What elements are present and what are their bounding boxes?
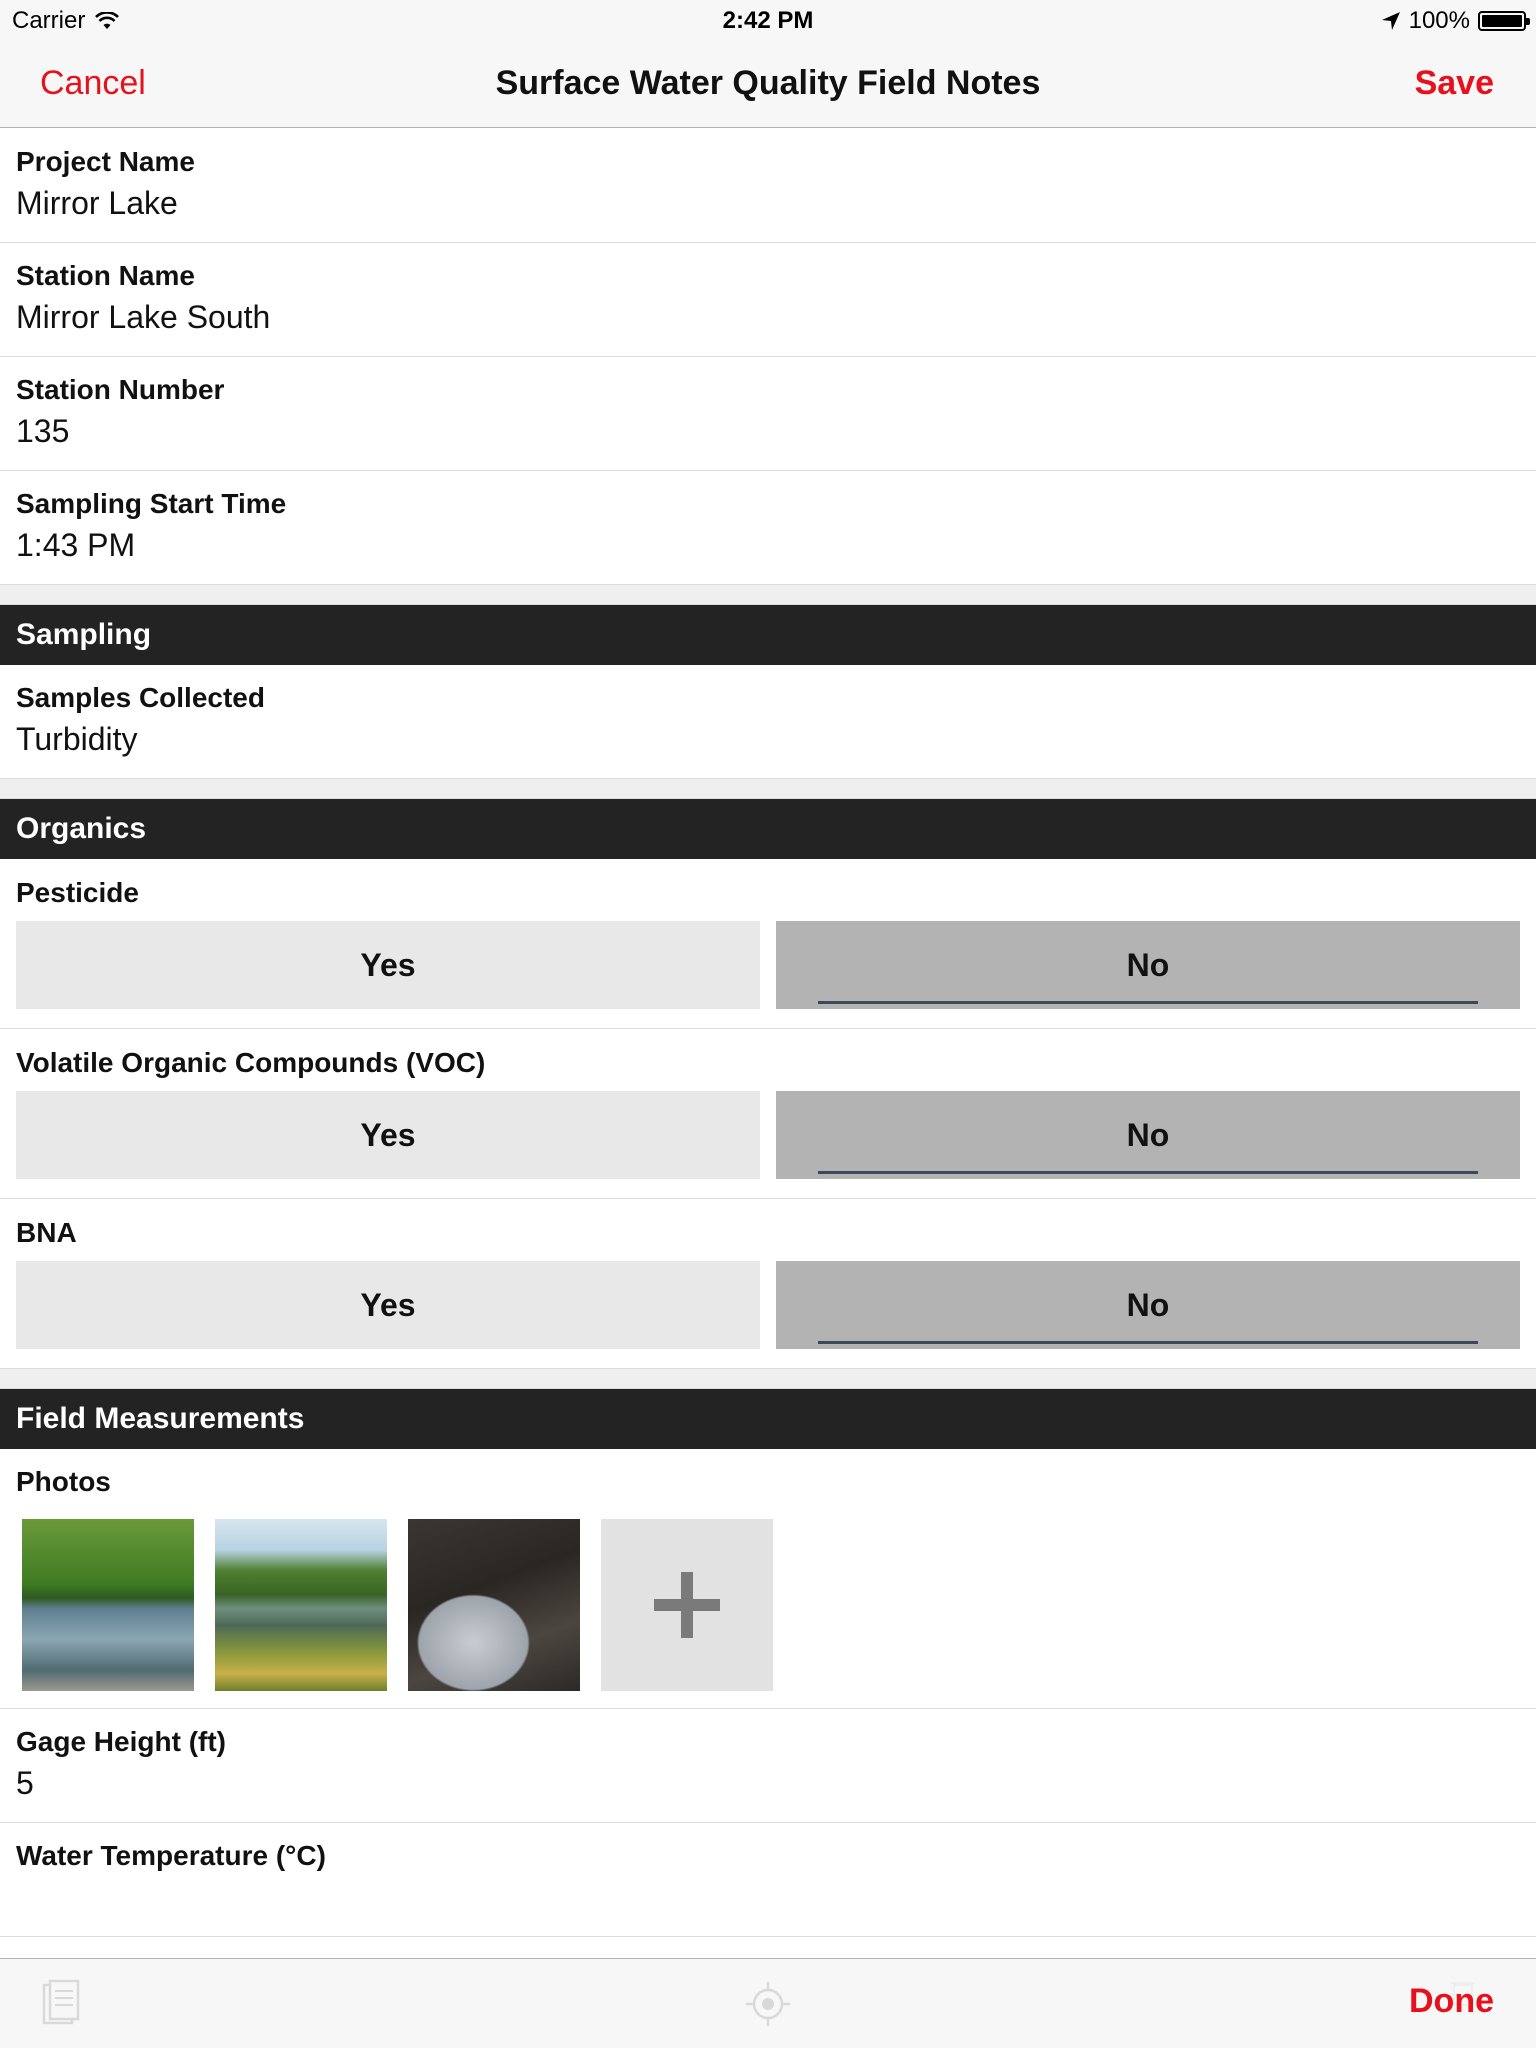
save-button[interactable]: Save	[1415, 64, 1494, 103]
photos-label: Photos	[16, 1466, 111, 1497]
bottom-toolbar: Done	[0, 1958, 1536, 2048]
photo-thumbnail-shoreline[interactable]	[215, 1519, 387, 1691]
section-header-organics: Organics	[0, 799, 1536, 859]
status-time: 2:42 PM	[722, 7, 814, 34]
project-name-label: Project Name	[16, 146, 195, 177]
project-name-value[interactable]: Mirror Lake	[16, 185, 178, 222]
photo-thumbnail-lake[interactable]	[22, 1519, 194, 1691]
section-spacer	[0, 585, 1536, 605]
locate-icon[interactable]	[745, 1981, 791, 2027]
yes-label: Yes	[360, 1287, 416, 1323]
station-name-field[interactable]: Station Name Mirror Lake South	[0, 243, 1536, 357]
pesticide-label: Pesticide	[16, 877, 139, 908]
voc-yes-button[interactable]: Yes	[16, 1091, 760, 1179]
status-bar: Carrier 2:42 PM 100%	[0, 0, 1536, 40]
form-content[interactable]: Project Name Mirror Lake Station Name Mi…	[0, 129, 1536, 1959]
partially-hidden-field[interactable]	[0, 1937, 1536, 1959]
bna-toggle: Yes No	[16, 1261, 1520, 1349]
water-temperature-field[interactable]: Water Temperature (°C)	[0, 1823, 1536, 1937]
sampling-start-time-field[interactable]: Sampling Start Time 1:43 PM	[0, 471, 1536, 585]
section-spacer	[0, 1369, 1536, 1389]
samples-collected-value[interactable]: Turbidity	[16, 721, 138, 758]
voc-label: Volatile Organic Compounds (VOC)	[16, 1047, 486, 1078]
add-photo-button[interactable]	[601, 1519, 773, 1691]
no-label: No	[1126, 947, 1170, 983]
photos-row	[22, 1519, 773, 1691]
water-temperature-label: Water Temperature (°C)	[16, 1840, 326, 1871]
sampling-start-time-value[interactable]: 1:43 PM	[16, 527, 135, 564]
battery-icon	[1478, 11, 1530, 31]
photos-field: Photos	[0, 1449, 1536, 1709]
section-header-field-measurements: Field Measurements	[0, 1389, 1536, 1449]
no-label: No	[1126, 1117, 1170, 1153]
pesticide-toggle: Yes No	[16, 921, 1520, 1009]
bna-label: BNA	[16, 1217, 77, 1248]
selected-indicator	[818, 1171, 1478, 1174]
pesticide-no-button[interactable]: No	[776, 921, 1520, 1009]
station-number-field[interactable]: Station Number 135	[0, 357, 1536, 471]
samples-collected-field[interactable]: Samples Collected Turbidity	[0, 665, 1536, 779]
photo-thumbnail-puddle[interactable]	[408, 1519, 580, 1691]
gage-height-field[interactable]: Gage Height (ft) 5	[0, 1709, 1536, 1823]
navigation-bar: Cancel Surface Water Quality Field Notes…	[0, 40, 1536, 128]
page-title: Surface Water Quality Field Notes	[495, 64, 1041, 102]
battery-percent: 100%	[1408, 7, 1470, 34]
battery-tip	[1526, 18, 1530, 25]
voc-toggle: Yes No	[16, 1091, 1520, 1179]
voc-no-button[interactable]: No	[776, 1091, 1520, 1179]
no-label: No	[1126, 1287, 1170, 1323]
station-name-value[interactable]: Mirror Lake South	[16, 299, 270, 336]
sampling-start-time-label: Sampling Start Time	[16, 488, 287, 519]
bna-yes-button[interactable]: Yes	[16, 1261, 760, 1349]
status-right-group: 100%	[1381, 7, 1530, 35]
pesticide-yes-button[interactable]: Yes	[16, 921, 760, 1009]
plus-icon-vertical	[681, 1572, 693, 1638]
yes-label: Yes	[360, 1117, 416, 1153]
battery-fill	[1482, 15, 1522, 27]
section-spacer	[0, 779, 1536, 799]
pesticide-field: Pesticide Yes No	[0, 859, 1536, 1029]
bna-no-button[interactable]: No	[776, 1261, 1520, 1349]
section-header-sampling: Sampling	[0, 605, 1536, 665]
project-name-field[interactable]: Project Name Mirror Lake	[0, 129, 1536, 243]
selected-indicator	[818, 1001, 1478, 1004]
bna-field: BNA Yes No	[0, 1199, 1536, 1369]
yes-label: Yes	[360, 947, 416, 983]
samples-collected-label: Samples Collected	[16, 682, 265, 713]
document-icon[interactable]	[42, 1979, 80, 2027]
station-number-label: Station Number	[16, 374, 225, 405]
gage-height-value[interactable]: 5	[16, 1765, 34, 1802]
gage-height-label: Gage Height (ft)	[16, 1726, 226, 1757]
done-button[interactable]: Done	[1409, 1982, 1494, 2021]
location-arrow-icon	[1381, 12, 1400, 30]
selected-indicator	[818, 1341, 1478, 1344]
station-number-value[interactable]: 135	[16, 413, 69, 450]
voc-field: Volatile Organic Compounds (VOC) Yes No	[0, 1029, 1536, 1199]
station-name-label: Station Name	[16, 260, 195, 291]
